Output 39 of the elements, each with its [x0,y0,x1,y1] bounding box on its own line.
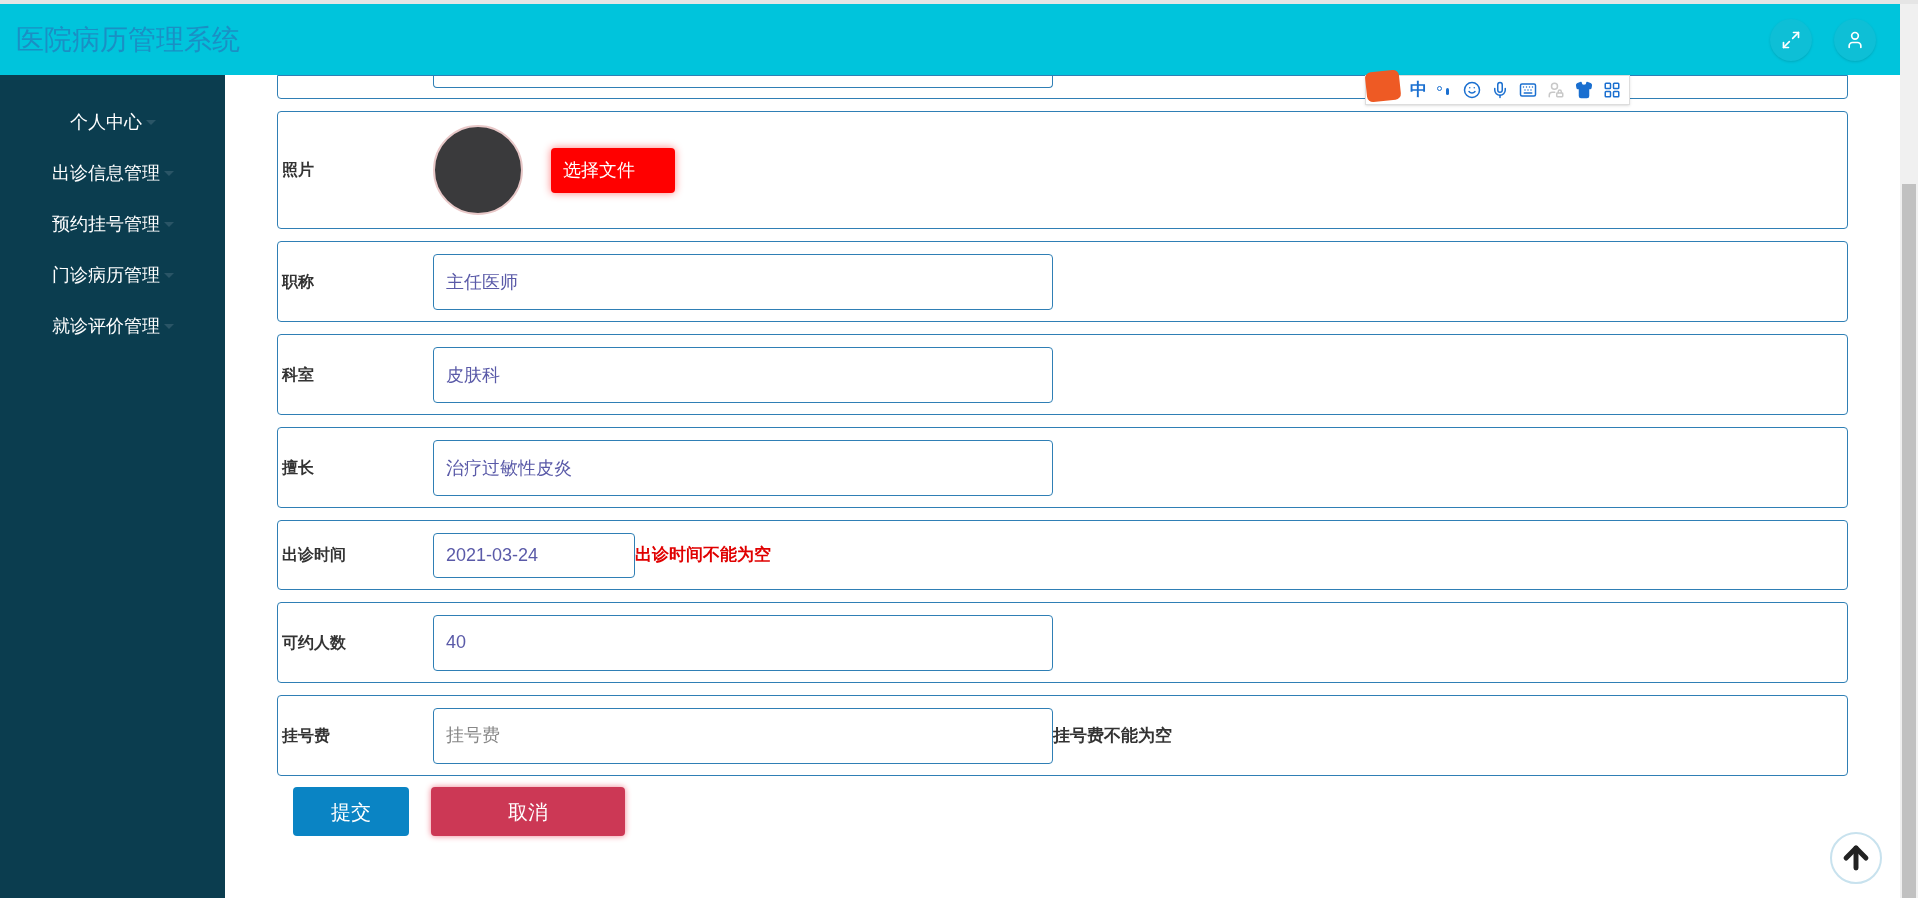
shirt-icon[interactable] [1575,81,1593,99]
field-label: 照片 [281,160,315,180]
input-field[interactable]: 主任医师 [433,253,1053,310]
field-label: 出诊时间 [281,545,347,565]
input-field[interactable]: 40 [433,614,1053,671]
sidebar-item[interactable]: 预约挂号管理 [51,211,174,238]
sidebar-item[interactable]: 就诊评价管理 [51,313,174,340]
caret-icon [163,273,174,278]
input-field[interactable]: 挂号费 [433,707,1053,764]
emoji-icon[interactable] [1463,81,1481,99]
input-field[interactable] [433,76,1053,88]
keyboard-icon[interactable] [1519,81,1537,99]
caret-icon [163,171,174,176]
sidebar-item[interactable]: 个人中心 [69,109,156,136]
date-field[interactable]: 2021-03-24 [433,532,635,578]
caret-icon [163,222,174,227]
sidebar-item[interactable]: 门诊病历管理 [51,262,174,289]
submit-button[interactable]: 提交 [293,787,409,836]
ime-mode: 中 [1410,79,1427,102]
input-field[interactable]: 皮肤科 [433,346,1053,403]
user-icon [1845,29,1865,50]
error-message: 出诊时间不能为空 [635,544,771,567]
input-field[interactable]: 治疗过敏性皮炎 [433,439,1053,496]
field-label: 科室 [281,364,315,385]
field-label: 挂号费 [280,725,331,746]
scrollbar-thumb[interactable] [1902,184,1916,898]
field-label: 可约人数 [281,632,347,653]
back-to-top-button[interactable] [1830,832,1882,884]
caret-icon [145,120,156,125]
expand-icon [1781,29,1801,50]
sidebar-item[interactable]: 出诊信息管理 [51,160,174,187]
caret-icon [163,324,174,329]
error-message: 挂号费不能为空 [1053,724,1172,747]
choose-file-button[interactable]: 选择文件 [551,147,675,193]
cancel-button[interactable]: 取消 [431,787,625,836]
microphone-icon[interactable] [1491,81,1509,99]
grid-icon[interactable] [1603,81,1621,99]
field-label: 擅长 [280,457,315,478]
field-label: 职称 [281,271,315,292]
